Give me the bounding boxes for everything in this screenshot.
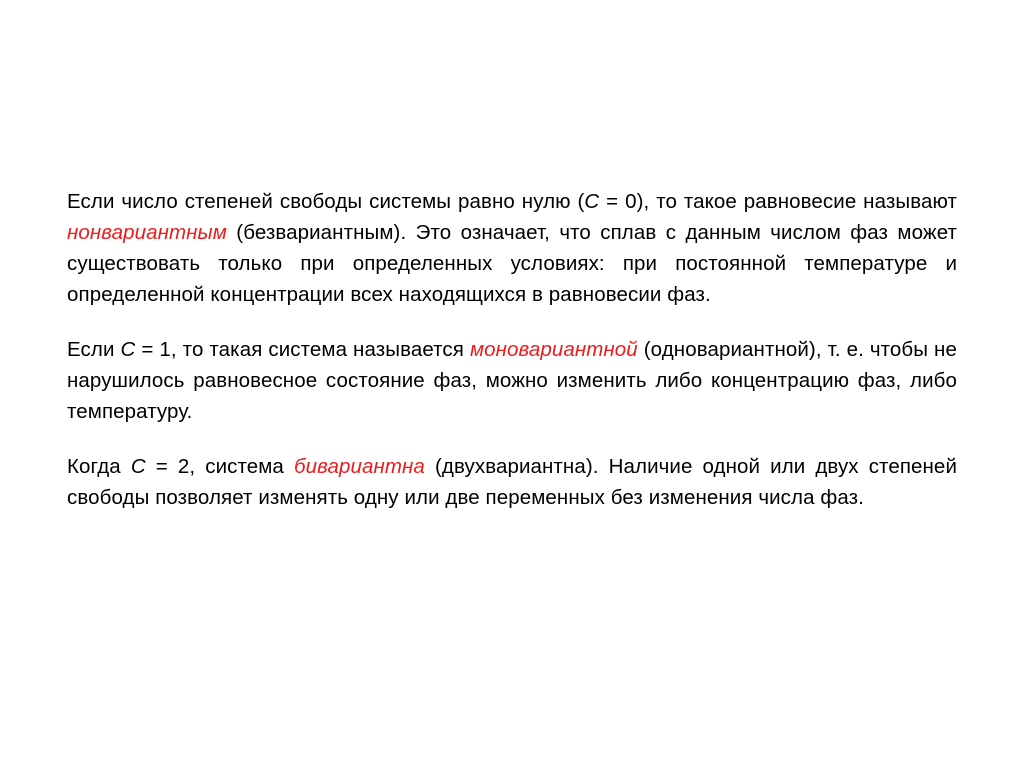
emphasized-term: бивариантна <box>293 455 425 478</box>
variable-symbol: C <box>584 190 600 213</box>
paragraph-bivariant: Когда C = 2, система бивариантна (двухва… <box>67 451 957 513</box>
paragraph-nonvariant: Если число степеней свободы системы равн… <box>67 186 957 310</box>
variable-symbol: C <box>120 338 136 361</box>
text-run: = 0), то такое равновесие называют <box>599 190 957 213</box>
slide: Если число степеней свободы системы равн… <box>0 0 1024 767</box>
variable-symbol: C <box>130 455 146 478</box>
text-run: Когда <box>67 455 131 478</box>
paragraph-monovariant: Если C = 1, то такая система называется … <box>67 334 957 427</box>
text-run: = 1, то такая система называется <box>135 338 470 361</box>
emphasized-term: моновариантной <box>469 338 638 361</box>
text-run: = 2, система <box>145 455 294 478</box>
emphasized-term: нонвариантным <box>67 221 227 244</box>
slide-body-text: Если число степеней свободы системы равн… <box>67 186 957 513</box>
text-run: Если <box>67 338 121 361</box>
text-run: Если число степеней свободы системы равн… <box>67 190 585 213</box>
